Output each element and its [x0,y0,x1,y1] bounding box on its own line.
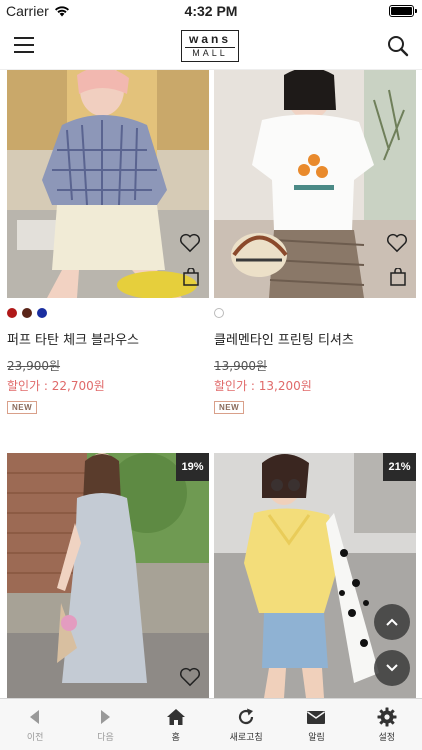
color-swatches [7,308,47,318]
heart-icon[interactable] [386,233,408,253]
refresh-button[interactable]: 새로고침 [211,699,281,750]
color-swatch[interactable] [22,308,32,318]
chevron-down-icon [386,664,398,672]
product-image[interactable] [7,70,209,298]
home-label: 홈 [171,733,180,743]
settings-button[interactable]: 설정 [352,699,422,750]
color-swatch[interactable] [214,308,224,318]
refresh-label: 새로고침 [229,733,263,743]
scroll-down-button[interactable] [374,650,410,686]
heart-icon[interactable] [179,233,201,253]
logo[interactable]: wans MALL [181,30,239,62]
notifications-label: 알림 [308,733,325,743]
product-card[interactable]: 클레멘타인 프린팅 티셔츠 13,900원 할인가 : 13,200원 NEW [214,70,416,430]
product-grid: 퍼프 타탄 체크 블라우스 23,900원 할인가 : 22,700원 NEW [0,70,422,698]
product-card[interactable]: 19% [7,453,209,698]
logo-bottom-text: MALL [185,47,235,59]
app-header: wans MALL [0,22,422,70]
product-name[interactable]: 클레멘타인 프린팅 티셔츠 [214,329,354,348]
scroll-up-button[interactable] [374,604,410,640]
notifications-button[interactable]: 알림 [281,699,351,750]
back-button[interactable]: 이전 [0,699,70,750]
refresh-icon [239,708,254,725]
chevron-up-icon [386,618,398,626]
color-swatches [214,308,224,318]
heart-icon[interactable] [179,667,201,687]
back-label: 이전 [26,733,44,743]
forward-button[interactable]: 다음 [70,699,140,750]
home-icon [166,709,185,725]
menu-button[interactable] [14,37,34,53]
back-arrow-icon [30,710,40,724]
new-badge: NEW [214,401,245,414]
battery-icon [389,5,417,17]
discount-badge: 21% [383,453,416,481]
clock: 4:32 PM [184,3,238,19]
search-icon[interactable] [386,34,410,58]
product-name[interactable]: 퍼프 타탄 체크 블라우스 [7,329,139,348]
original-price: 23,900원 [7,359,61,373]
gear-icon [377,707,397,727]
color-swatch[interactable] [7,308,17,318]
forward-arrow-icon [101,710,111,724]
shopping-bag-icon[interactable] [182,268,200,286]
bottom-toolbar: 이전 다음 홈 새로고침 알림 설정 [0,698,422,750]
forward-label: 다음 [97,733,114,743]
shopping-bag-icon[interactable] [389,268,407,286]
home-button[interactable]: 홈 [141,699,211,750]
status-bar: Carrier 4:32 PM [0,0,422,22]
mail-icon [307,711,326,724]
color-swatch[interactable] [37,308,47,318]
new-badge: NEW [7,401,38,414]
sale-price: 할인가 : 13,200원 [214,379,312,393]
product-image[interactable]: 19% [7,453,209,698]
product-card[interactable]: 퍼프 타탄 체크 블라우스 23,900원 할인가 : 22,700원 NEW [7,70,209,430]
product-image[interactable] [214,70,416,298]
original-price: 13,900원 [214,359,268,373]
logo-top-text: wans [188,32,231,46]
discount-badge: 19% [176,453,209,481]
settings-label: 설정 [378,733,396,743]
sale-price: 할인가 : 22,700원 [7,379,105,393]
